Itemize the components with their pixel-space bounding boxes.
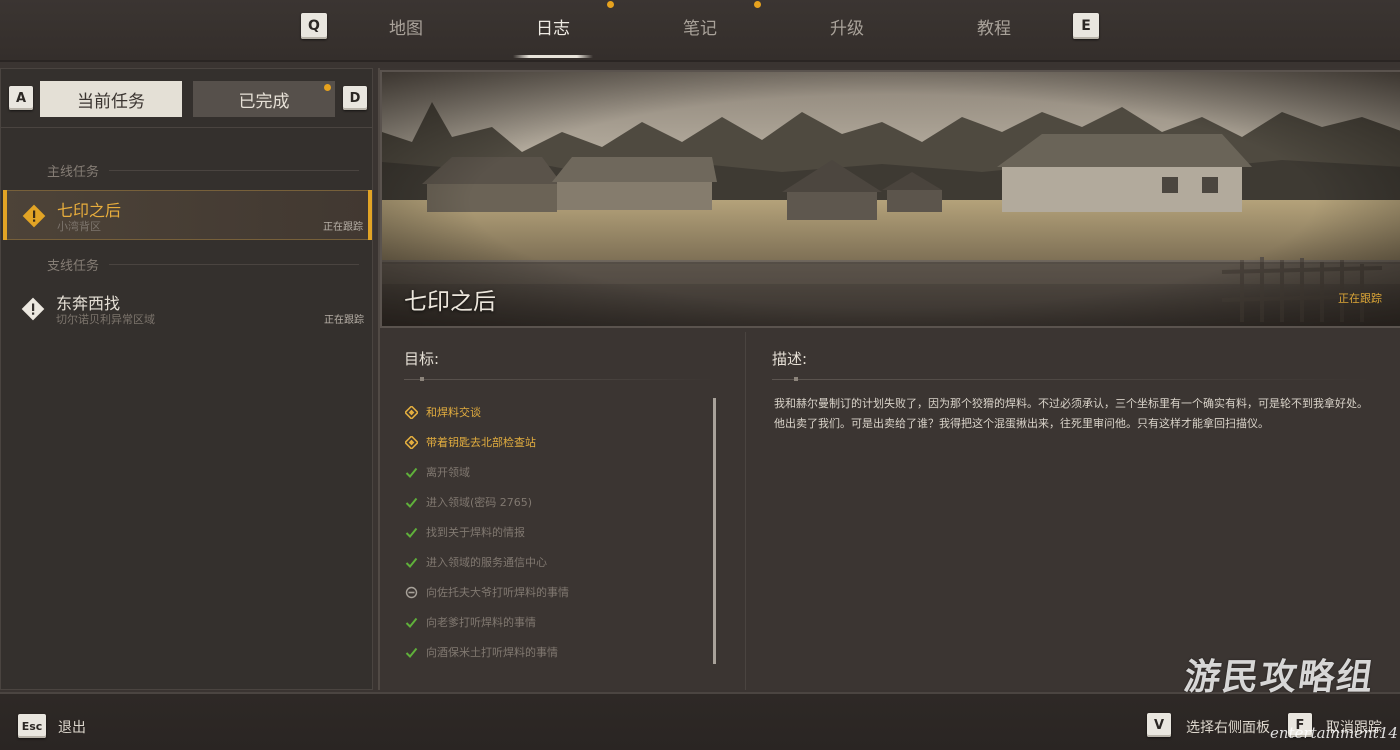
- objective-text: 离开领域: [426, 466, 470, 479]
- tab-notes[interactable]: 笔记: [650, 14, 750, 44]
- description-heading: 描述:: [772, 350, 808, 368]
- objective-item: 向酒保米土打听焊料的事情: [404, 641, 558, 663]
- notes-notification-dot: [754, 1, 761, 8]
- tab-completed-quests[interactable]: 已完成: [193, 81, 335, 117]
- exit-key[interactable]: Esc: [18, 714, 46, 738]
- objectives-scrollbar[interactable]: [713, 398, 716, 664]
- objective-text: 进入领域(密码 2765): [426, 496, 533, 509]
- quest-row-main[interactable]: 七印之后 小湾背区 正在跟踪: [3, 190, 372, 240]
- quest-row-side[interactable]: 东奔西找 切尔诺贝利异常区域 正在跟踪: [3, 284, 372, 334]
- diamond-target-icon: [404, 405, 418, 419]
- objective-text: 进入领域的服务通信中心: [426, 556, 547, 569]
- objective-item: 带着钥匙去北部检查站: [404, 431, 536, 453]
- quest-list-panel: A 当前任务 已完成 D 主线任务 七印之后 小湾背区 正在跟踪 支线任务 东奔…: [0, 68, 373, 690]
- active-tab-underline: [513, 55, 593, 58]
- objective-text: 向佐托夫大爷打听焊料的事情: [426, 586, 569, 599]
- objective-item: 向老爹打听焊料的事情: [404, 611, 536, 633]
- objective-item: 离开领域: [404, 461, 470, 483]
- tab-journal[interactable]: 日志: [503, 14, 603, 44]
- prev-tab-key[interactable]: Q: [301, 13, 327, 39]
- select-panel-label[interactable]: 选择右侧面板: [1186, 717, 1270, 737]
- warning-diamond-icon: [22, 204, 46, 228]
- divider: [404, 379, 714, 380]
- objective-text: 找到关于焊料的情报: [426, 526, 525, 539]
- objective-item: 和焊料交谈: [404, 401, 481, 423]
- objective-text: 和焊料交谈: [426, 406, 481, 419]
- quest-region: 切尔诺贝利异常区域: [56, 313, 155, 326]
- objective-item: 找到关于焊料的情报: [404, 521, 525, 543]
- description-paragraph: 他出卖了我们。可是出卖给了谁？我得把这个混蛋揪出来，往死里审问他。只有这样才能拿…: [774, 417, 1269, 430]
- divider-dot: [420, 377, 424, 381]
- objective-item: 向佐托夫大爷打听焊料的事情: [404, 581, 569, 603]
- objectives-heading: 目标:: [404, 350, 440, 368]
- tab-map[interactable]: 地图: [356, 14, 456, 44]
- completed-notification-dot: [324, 84, 331, 91]
- warning-diamond-icon: [21, 297, 45, 321]
- description-text: 我和赫尔曼制订的计划失败了，因为那个狡猾的焊料。不过必须承认，三个坐标里有一个确…: [774, 394, 1374, 434]
- check-icon: [404, 525, 418, 539]
- side-quests-heading: 支线任务: [47, 259, 100, 274]
- description-paragraph: 我和赫尔曼制订的计划失败了，因为那个狡猾的焊料。不过必须承认，三个坐标里有一个确…: [774, 397, 1368, 410]
- select-panel-key[interactable]: V: [1147, 713, 1171, 737]
- watermark-logo: 游民攻略组: [1181, 657, 1378, 698]
- quest-detail-title: 七印之后: [404, 289, 496, 315]
- quest-tracking-status: 正在跟踪: [324, 315, 364, 326]
- minus-circle-icon: [404, 585, 418, 599]
- selection-bar-right: [368, 190, 372, 240]
- objective-text: 向酒保米土打听焊料的事情: [426, 646, 558, 659]
- next-list-key[interactable]: D: [343, 86, 367, 110]
- objective-text: 带着钥匙去北部检查站: [426, 436, 536, 449]
- tab-current-quests[interactable]: 当前任务: [40, 81, 182, 117]
- quest-detail-panel: 七印之后 正在跟踪 目标: 和焊料交谈 带着钥匙去北部检查站 离开领域 进入领域…: [378, 68, 1400, 690]
- objectives-section: 目标: 和焊料交谈 带着钥匙去北部检查站 离开领域 进入领域(密码 2765) …: [380, 332, 746, 690]
- objective-text: 向老爹打听焊料的事情: [426, 616, 536, 629]
- check-icon: [404, 645, 418, 659]
- tab-completed-label: 已完成: [238, 91, 290, 112]
- divider: [1, 127, 372, 128]
- quest-detail-status: 正在跟踪: [1338, 292, 1382, 305]
- check-icon: [404, 555, 418, 569]
- diamond-target-icon: [404, 435, 418, 449]
- divider: [109, 264, 359, 265]
- quest-region: 小湾背区: [57, 220, 101, 233]
- quest-tracking-status: 正在跟踪: [323, 222, 363, 233]
- next-tab-key[interactable]: E: [1073, 13, 1099, 39]
- tab-tutorial[interactable]: 教程: [944, 14, 1044, 44]
- watermark-subtitle: entertainment14: [1270, 724, 1398, 742]
- check-icon: [404, 495, 418, 509]
- divider: [772, 379, 1372, 380]
- prev-list-key[interactable]: A: [9, 86, 33, 110]
- description-section: 描述: 我和赫尔曼制订的计划失败了，因为那个狡猾的焊料。不过必须承认，三个坐标里…: [748, 332, 1400, 690]
- divider: [109, 170, 359, 171]
- selection-bar-left: [3, 190, 7, 240]
- divider-dot: [794, 377, 798, 381]
- top-navigation: Q 地图 日志 笔记 升级 教程 E: [0, 0, 1400, 62]
- objective-item: 进入领域(密码 2765): [404, 491, 532, 513]
- main-quests-heading: 主线任务: [47, 165, 100, 180]
- check-icon: [404, 465, 418, 479]
- objective-item: 进入领域的服务通信中心: [404, 551, 547, 573]
- tab-upgrades[interactable]: 升级: [797, 14, 897, 44]
- bottom-controls-bar: Esc 退出 V 选择右侧面板 F 取消跟踪: [0, 692, 1400, 750]
- journal-notification-dot: [607, 1, 614, 8]
- check-icon: [404, 615, 418, 629]
- quest-banner-image: 七印之后 正在跟踪: [380, 70, 1400, 328]
- exit-label[interactable]: 退出: [58, 717, 86, 737]
- village-landscape-illustration: [382, 72, 1400, 326]
